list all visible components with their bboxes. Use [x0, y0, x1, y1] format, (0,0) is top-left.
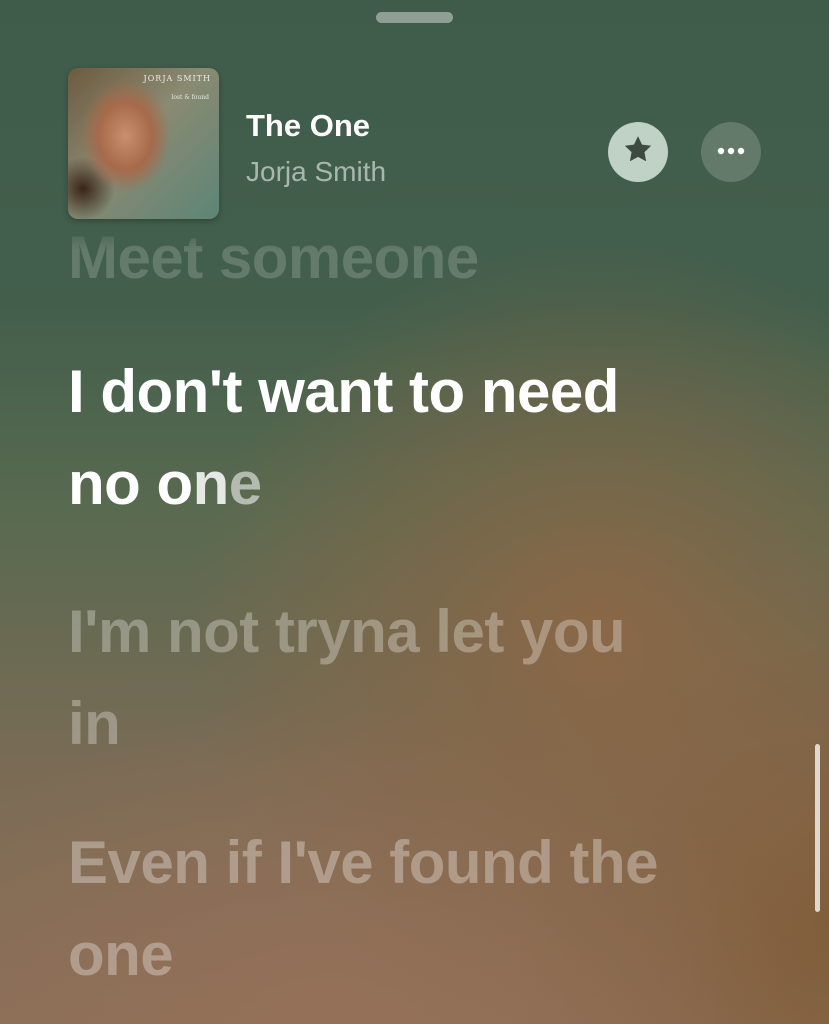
lyric-text-line-1: Even if I've found the — [68, 829, 659, 896]
lyric-text-line-2: no one — [68, 438, 619, 530]
lyric-line-next[interactable]: I'm not tryna let you in — [68, 586, 626, 770]
lyric-text-line-1: I don't want to need — [68, 358, 619, 425]
lyric-text-line-2: in — [68, 690, 121, 757]
lyrics-scrollbar[interactable] — [815, 744, 820, 912]
lyrics-view[interactable]: Meet someone I don't want to need no one… — [68, 0, 788, 1024]
lyric-partial-part: n — [192, 450, 230, 517]
lyric-text-line-2: one — [68, 921, 174, 988]
lyric-sung-part: no o — [68, 450, 193, 517]
lyric-unsung-part: e — [228, 450, 262, 517]
lyric-line-current[interactable]: I don't want to need no one — [68, 346, 619, 530]
lyric-text: Meet someone — [68, 224, 479, 291]
lyric-text-line-1: I'm not tryna let you — [68, 598, 626, 665]
lyric-line-upcoming[interactable]: Even if I've found the one — [68, 817, 659, 1001]
lyric-line-previous[interactable]: Meet someone — [68, 212, 479, 296]
